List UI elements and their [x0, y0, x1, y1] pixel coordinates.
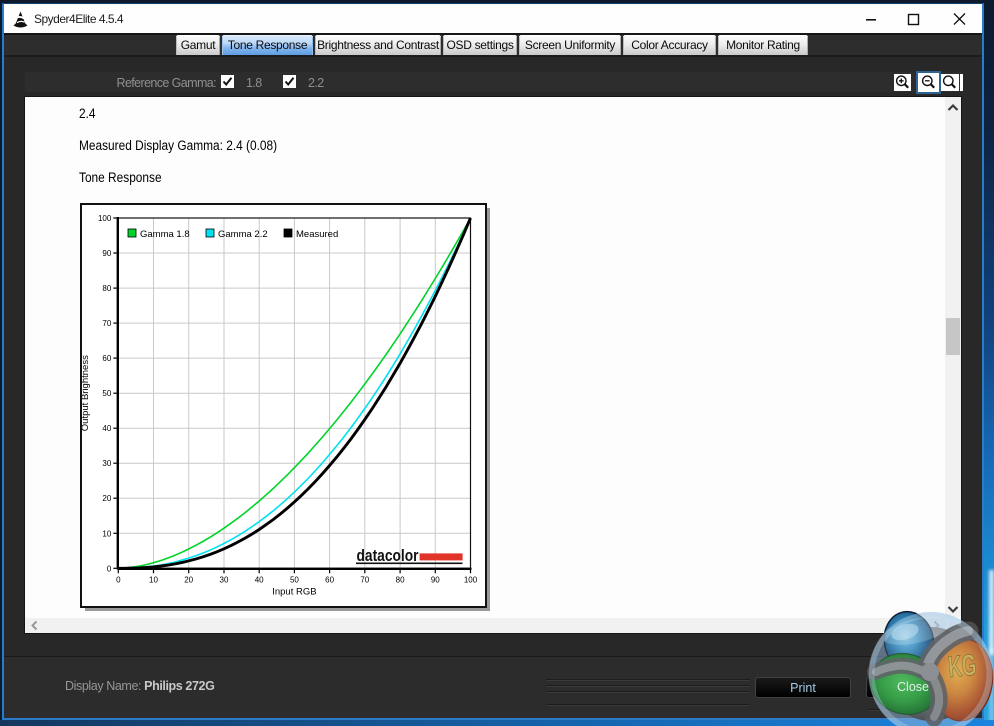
svg-text:70: 70 — [360, 575, 369, 584]
svg-text:20: 20 — [184, 575, 193, 584]
svg-text:10: 10 — [102, 529, 111, 538]
svg-text:datacolor: datacolor — [357, 547, 419, 565]
svg-text:60: 60 — [102, 354, 111, 363]
svg-text:70: 70 — [102, 319, 111, 328]
svg-text:100: 100 — [98, 214, 112, 223]
svg-text:Gamma 1.8: Gamma 1.8 — [140, 229, 190, 240]
svg-text:30: 30 — [220, 575, 229, 584]
svg-text:50: 50 — [290, 575, 299, 584]
svg-text:90: 90 — [431, 575, 440, 584]
svg-text:40: 40 — [102, 424, 111, 433]
svg-text:10: 10 — [149, 575, 158, 584]
svg-text:0: 0 — [107, 564, 112, 573]
svg-text:20: 20 — [102, 494, 111, 503]
svg-text:80: 80 — [396, 575, 405, 584]
svg-text:50: 50 — [102, 389, 111, 398]
svg-text:Output Brightness: Output Brightness — [82, 355, 91, 431]
svg-text:0: 0 — [116, 575, 121, 584]
svg-text:100: 100 — [464, 575, 478, 584]
svg-text:40: 40 — [255, 575, 264, 584]
svg-text:30: 30 — [102, 459, 111, 468]
svg-text:60: 60 — [325, 575, 334, 584]
svg-text:Input RGB: Input RGB — [272, 586, 316, 597]
svg-text:80: 80 — [102, 284, 111, 293]
svg-text:90: 90 — [102, 249, 111, 258]
svg-text:Measured: Measured — [296, 229, 338, 240]
svg-text:Gamma 2.2: Gamma 2.2 — [218, 229, 268, 240]
